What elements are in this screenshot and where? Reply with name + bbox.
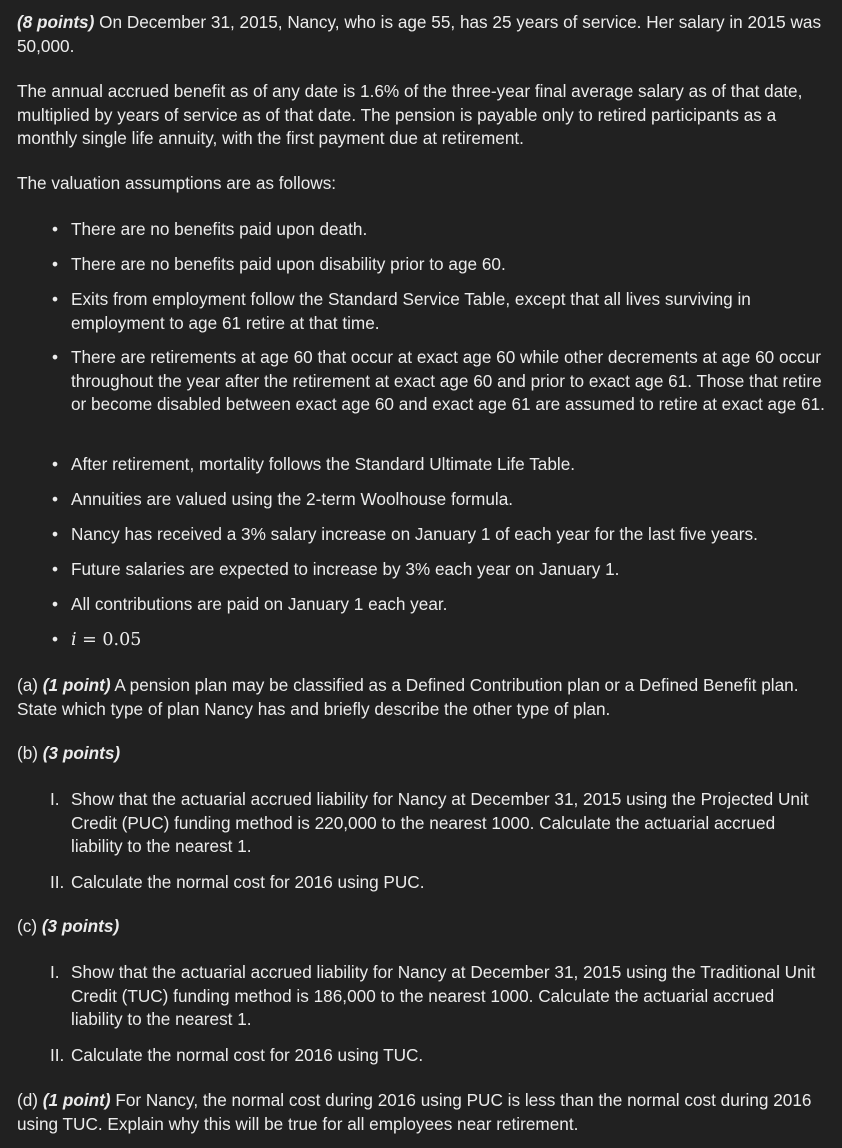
- intro-points: (8 points): [17, 12, 95, 32]
- assumption-text: Exits from employment follow the Standar…: [71, 289, 751, 333]
- interest-rate-formula: i = 0.05: [71, 630, 141, 650]
- part-b-points: (3 points): [42, 743, 121, 763]
- bullet-icon: •: [52, 524, 59, 544]
- assumption-text: Nancy has received a 3% salary increase …: [71, 524, 758, 544]
- bullet-icon: •: [52, 347, 59, 367]
- part-c-item-text: Show that the actuarial accrued liabilit…: [71, 962, 816, 1029]
- assumption-text: There are no benefits paid upon death.: [71, 219, 368, 239]
- part-a-points: (1 point): [42, 675, 111, 695]
- assumption-item: • Exits from employment follow the Standa…: [52, 288, 827, 335]
- bullet-icon: •: [52, 559, 59, 579]
- part-b-heading: (b) (3 points): [17, 742, 827, 766]
- equals-sign: =: [76, 630, 103, 650]
- assumption-item: • Future salaries are expected to increas…: [52, 558, 827, 582]
- bullet-icon: •: [52, 594, 59, 614]
- assumption-item: • There are no benefits paid upon disabil…: [52, 253, 827, 277]
- bullet-icon: •: [52, 489, 59, 509]
- part-b-item-text: Show that the actuarial accrued liabilit…: [71, 789, 809, 856]
- part-c-item-2: II. Calculate the normal cost for 2016 us…: [50, 1044, 827, 1068]
- part-d-question: (d) (1 point) For Nancy, the normal cost…: [17, 1089, 827, 1136]
- assumption-text: Annuities are valued using the 2-term Wo…: [71, 489, 514, 509]
- part-c-label: (c): [17, 916, 42, 936]
- assumption-text: After retirement, mortality follows the …: [71, 454, 576, 474]
- part-a-question: (a) (1 point) A pension plan may be clas…: [17, 674, 827, 721]
- bullet-icon: •: [52, 629, 59, 649]
- assumption-item: • Nancy has received a 3% salary increase…: [52, 523, 827, 547]
- assumption-item: • There are retirements at age 60 that oc…: [52, 346, 827, 417]
- assumption-text: There are retirements at age 60 that occ…: [71, 347, 825, 414]
- assumption-text: Future salaries are expected to increase…: [71, 559, 620, 579]
- assumption-text: There are no benefits paid upon disabili…: [71, 254, 506, 274]
- assumption-item: • All contributions are paid on January 1…: [52, 593, 827, 617]
- assumption-item: • After retirement, mortality follows the…: [52, 453, 827, 477]
- part-b-label: (b): [17, 743, 43, 763]
- part-c-points: (3 points): [41, 916, 120, 936]
- problem-page: (8 points) On December 31, 2015, Nancy, …: [0, 0, 842, 1148]
- part-a-text: A pension plan may be classified as a De…: [17, 675, 799, 719]
- part-b-item-1: I. Show that the actuarial accrued liabil…: [50, 788, 827, 859]
- problem-intro: (8 points) On December 31, 2015, Nancy, …: [17, 11, 827, 58]
- part-c-item-1: I. Show that the actuarial accrued liabil…: [50, 961, 827, 1032]
- assumptions-heading: The valuation assumptions are as follows…: [17, 173, 337, 193]
- part-d-points: (1 point): [42, 1090, 111, 1110]
- assumption-text: All contributions are paid on January 1 …: [71, 594, 448, 614]
- part-d-label: (d): [17, 1090, 43, 1110]
- roman-numeral: I.: [50, 789, 60, 809]
- part-a-label: (a): [17, 675, 43, 695]
- intro-text: On December 31, 2015, Nancy, who is age …: [17, 12, 822, 56]
- interest-rate-value: 0.05: [102, 630, 142, 650]
- bullet-icon: •: [52, 219, 59, 239]
- benefit-definition: The annual accrued benefit as of any dat…: [17, 81, 803, 148]
- roman-numeral: I.: [50, 962, 60, 982]
- assumption-item-interest-rate: • i = 0.05: [52, 628, 827, 653]
- assumption-item: • Annuities are valued using the 2-term W…: [52, 488, 827, 512]
- roman-numeral: II.: [50, 872, 65, 892]
- part-d-text: For Nancy, the normal cost during 2016 u…: [17, 1090, 812, 1134]
- bullet-icon: •: [52, 454, 59, 474]
- part-c-heading: (c) (3 points): [17, 915, 827, 939]
- roman-numeral: II.: [50, 1045, 65, 1065]
- part-b-item-2: II. Calculate the normal cost for 2016 us…: [50, 871, 827, 895]
- part-c-item-text: Calculate the normal cost for 2016 using…: [71, 1045, 424, 1065]
- bullet-icon: •: [52, 289, 59, 309]
- part-b-item-text: Calculate the normal cost for 2016 using…: [71, 872, 425, 892]
- bullet-icon: •: [52, 254, 59, 274]
- assumption-item: • There are no benefits paid upon death.: [52, 218, 827, 242]
